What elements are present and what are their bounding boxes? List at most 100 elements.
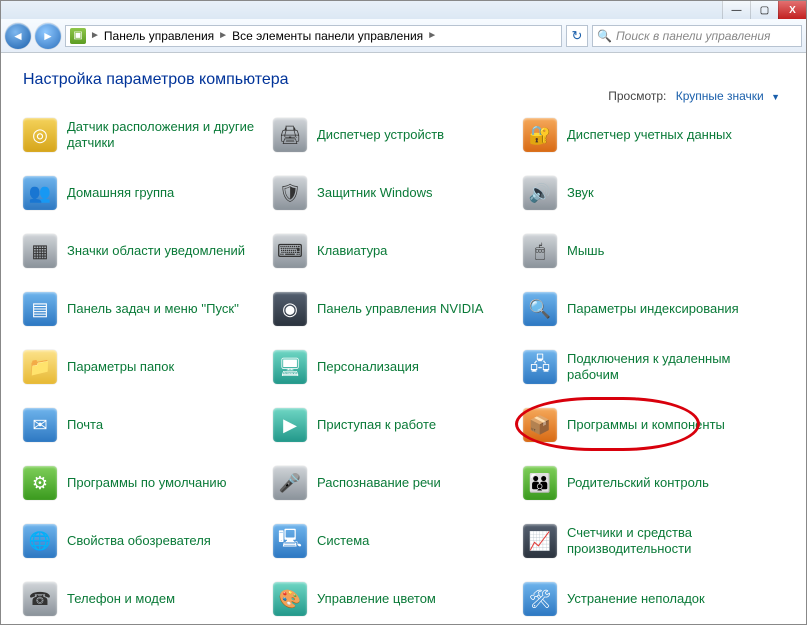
cp-item-label: Свойства обозревателя [67,533,211,549]
cp-item-default-programs[interactable]: ⚙Программы по умолчанию [23,461,273,505]
arrow-right-icon: ► [42,29,54,43]
cp-item-label: Диспетчер учетных данных [567,127,732,143]
parental-controls-icon: 👪 [523,466,557,500]
toolbar: ◄ ► ▣ ► Панель управления ► Все элементы… [1,19,806,53]
credential-manager-icon: 🔐 [523,118,557,152]
homegroup-icon: 👥 [23,176,57,210]
chevron-right-icon: ► [90,30,100,41]
cp-item-mouse[interactable]: 🖱 Мышь [523,229,773,273]
cp-item-label: Клавиатура [317,243,387,259]
cp-item-label: Приступая к работе [317,417,436,433]
cp-item-taskbar-startmenu[interactable]: ▤ Панель задач и меню ''Пуск'' [23,287,273,331]
nav-back-button[interactable]: ◄ [5,23,31,49]
cp-item-parental-controls[interactable]: 👪Родительский контроль [523,461,773,505]
cp-item-label: Защитник Windows [317,185,432,201]
view-by-selector[interactable]: Просмотр: Крупные значки ▼ [608,89,780,103]
mail-icon: ✉ [23,408,57,442]
items-grid: ◎Датчик расположения и другие датчики🖨 Ди… [23,113,784,621]
cp-item-notification-icons[interactable]: ▦ Значки области уведомлений [23,229,273,273]
system-icon: 🖳 [273,524,307,558]
cp-item-phone-modem[interactable]: ☎ Телефон и модем [23,577,273,621]
control-panel-window: — ▢ X ◄ ► ▣ ► Панель управления ► Все эл… [0,0,807,625]
cp-item-credential-manager[interactable]: 🔐 Диспетчер учетных данных [523,113,773,157]
cp-item-label: Параметры индексирования [567,301,739,317]
cp-item-label: Панель задач и меню ''Пуск'' [67,301,239,317]
cp-item-programs-and-features[interactable]: 📦 Программы и компоненты [523,403,773,447]
cp-item-speech-recognition[interactable]: 🎤 Распознавание речи [273,461,523,505]
performance-tools-icon: 📈 [523,524,557,558]
phone-modem-icon: ☎ [23,582,57,616]
cp-item-folder-options[interactable]: 📁 Параметры папок [23,345,273,389]
remote-app-connections-icon: 🖧 [523,350,557,384]
cp-item-label: Управление цветом [317,591,436,607]
taskbar-startmenu-icon: ▤ [23,292,57,326]
mouse-icon: 🖱 [523,234,557,268]
notification-icons-icon: ▦ [23,234,57,268]
cp-item-internet-options[interactable]: 🌐 Свойства обозревателя [23,519,273,563]
cp-item-keyboard[interactable]: ⌨ Клавиатура [273,229,523,273]
minimize-button[interactable]: — [722,1,750,19]
cp-item-nvidia-control-panel[interactable]: ◉ Панель управления NVIDIA [273,287,523,331]
cp-item-label: Счетчики и средства производительности [567,525,762,558]
cp-item-performance-tools[interactable]: 📈 Счетчики и средства производительности [523,519,773,563]
cp-item-label: Панель управления NVIDIA [317,301,483,317]
refresh-icon: ↻ [572,28,583,44]
nvidia-control-panel-icon: ◉ [273,292,307,326]
device-manager-icon: 🖨 [273,118,307,152]
cp-item-label: Подключения к удаленным рабочим [567,351,762,384]
color-management-icon: 🎨 [273,582,307,616]
cp-item-label: Домашняя группа [67,185,174,201]
cp-item-system[interactable]: 🖳Система [273,519,523,563]
cp-item-label: Распознавание речи [317,475,441,491]
cp-item-label: Телефон и модем [67,591,175,607]
cp-item-label: Программы и компоненты [567,417,725,433]
maximize-button[interactable]: ▢ [750,1,778,19]
cp-item-label: Значки области уведомлений [67,243,245,259]
breadcrumb[interactable]: ▣ ► Панель управления ► Все элементы пан… [65,25,562,47]
nav-forward-button[interactable]: ► [35,23,61,49]
view-by-label: Просмотр: [608,89,666,103]
folder-options-icon: 📁 [23,350,57,384]
sound-icon: 🔊 [523,176,557,210]
page-title: Настройка параметров компьютера [23,71,784,89]
chevron-right-icon: ► [427,30,437,41]
cp-item-label: Устранение неполадок [567,591,705,607]
control-panel-icon: ▣ [70,28,86,44]
cp-item-sound[interactable]: 🔊 Звук [523,171,773,215]
cp-item-label: Почта [67,417,103,433]
cp-item-windows-defender[interactable]: 🛡 Защитник Windows [273,171,523,215]
cp-item-mail[interactable]: ✉ Почта [23,403,273,447]
close-button[interactable]: X [778,1,806,19]
windows-defender-icon: 🛡 [273,176,307,210]
cp-item-indexing-options[interactable]: 🔍 Параметры индексирования [523,287,773,331]
breadcrumb-seg-1[interactable]: Панель управления [104,29,214,43]
chevron-down-icon: ▼ [771,92,780,102]
search-placeholder: Поиск в панели управления [616,29,771,43]
internet-options-icon: 🌐 [23,524,57,558]
cp-item-label: Звук [567,185,594,201]
search-icon: 🔍 [597,29,612,43]
indexing-options-icon: 🔍 [523,292,557,326]
search-input[interactable]: 🔍 Поиск в панели управления [592,25,802,47]
refresh-button[interactable]: ↻ [566,25,588,47]
window-buttons: — ▢ X [722,1,806,19]
cp-item-color-management[interactable]: 🎨 Управление цветом [273,577,523,621]
cp-item-personalization[interactable]: 🖥Персонализация [273,345,523,389]
view-by-value: Крупные значки [676,89,764,103]
breadcrumb-seg-2[interactable]: Все элементы панели управления [232,29,423,43]
cp-item-label: Мышь [567,243,604,259]
content-area: Настройка параметров компьютера Просмотр… [1,53,806,631]
cp-item-label: Программы по умолчанию [67,475,226,491]
cp-item-location-sensors[interactable]: ◎Датчик расположения и другие датчики [23,113,273,157]
cp-item-troubleshooting[interactable]: 🛠Устранение неполадок [523,577,773,621]
cp-item-device-manager[interactable]: 🖨 Диспетчер устройств [273,113,523,157]
cp-item-remote-app-connections[interactable]: 🖧 Подключения к удаленным рабочим [523,345,773,389]
cp-item-homegroup[interactable]: 👥 Домашняя группа [23,171,273,215]
cp-item-label: Персонализация [317,359,419,375]
cp-item-label: Диспетчер устройств [317,127,444,143]
speech-recognition-icon: 🎤 [273,466,307,500]
cp-item-getting-started[interactable]: ▶Приступая к работе [273,403,523,447]
programs-and-features-icon: 📦 [523,408,557,442]
cp-item-label: Параметры папок [67,359,174,375]
keyboard-icon: ⌨ [273,234,307,268]
